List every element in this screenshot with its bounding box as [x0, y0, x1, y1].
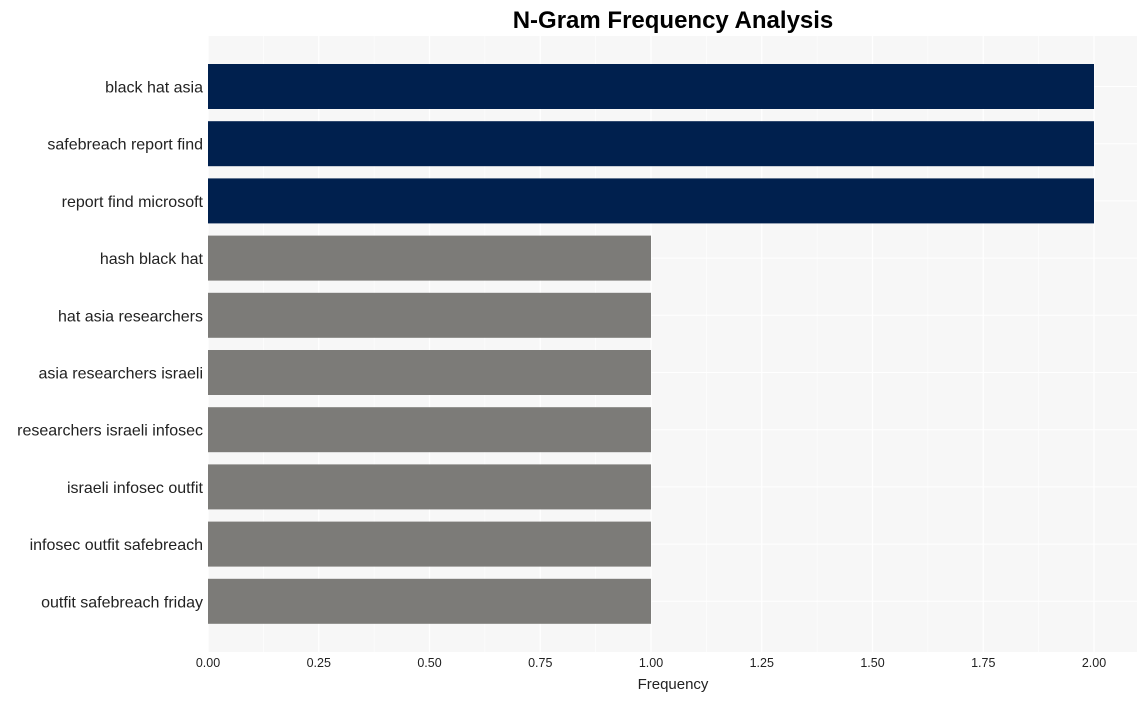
- x-tick-label: 0.75: [528, 656, 552, 670]
- x-tick-label: 0.50: [417, 656, 441, 670]
- y-tick-label: researchers israeli infosec: [17, 423, 203, 440]
- y-tick-label: safebreach report find: [47, 137, 203, 154]
- x-tick-label: 1.00: [639, 656, 663, 670]
- x-tick-label: 1.50: [860, 656, 884, 670]
- x-tick-label: 1.25: [750, 656, 774, 670]
- y-tick-label: infosec outfit safebreach: [30, 537, 203, 554]
- bar-outfit-safebreach-friday: [208, 578, 651, 624]
- y-tick-label: black hat asia: [105, 80, 203, 97]
- bar-researchers-israeli-infosec: [208, 407, 651, 453]
- y-tick-label: hat asia researchers: [58, 308, 203, 325]
- x-tick-label: 0.25: [307, 656, 331, 670]
- x-axis-ticks: 0.00 0.25 0.50 0.75 1.00 1.25 1.50 1.75 2.00: [196, 656, 1106, 670]
- y-tick-label: hash black hat: [100, 251, 204, 268]
- bar-hat-asia-researchers: [208, 292, 651, 338]
- bar-report-find-microsoft: [208, 178, 1094, 224]
- bar-black-hat-asia: [208, 64, 1094, 109]
- bar-israeli-infosec-outfit: [208, 464, 651, 510]
- y-tick-label: outfit safebreach friday: [41, 594, 203, 611]
- bar-infosec-outfit-safebreach: [208, 521, 651, 567]
- bar-safebreach-report-find: [208, 121, 1094, 167]
- x-tick-label: 2.00: [1082, 656, 1106, 670]
- x-axis-label: Frequency: [638, 676, 709, 693]
- x-tick-label: 0.00: [196, 656, 220, 670]
- y-tick-label: asia researchers israeli: [38, 366, 203, 383]
- y-tick-label: israeli infosec outfit: [67, 480, 204, 497]
- ngram-frequency-chart: black hat asia safebreach report find repo…: [17, 7, 1137, 693]
- x-tick-label: 1.75: [971, 656, 995, 670]
- bar-asia-researchers-israeli: [208, 350, 651, 395]
- y-tick-label: report find microsoft: [62, 194, 204, 211]
- chart-title: N-Gram Frequency Analysis: [513, 7, 834, 34]
- bar-hash-black-hat: [208, 235, 651, 281]
- y-axis-labels: black hat asia safebreach report find repo…: [17, 80, 203, 612]
